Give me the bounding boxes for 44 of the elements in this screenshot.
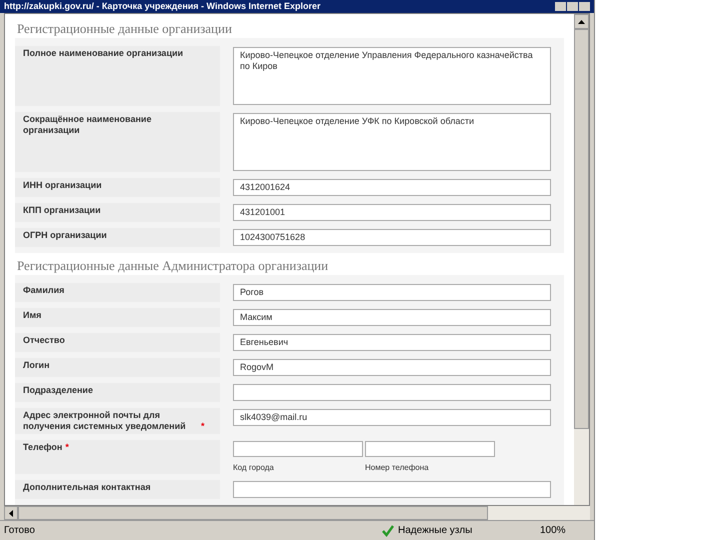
status-text: Готово (4, 524, 36, 538)
field-label: Телефон (23, 442, 62, 453)
horizontal-scrollbar[interactable] (4, 506, 590, 520)
input-field[interactable]: Рогов (233, 284, 551, 301)
field-label: ИНН организации (23, 180, 102, 191)
input-field[interactable]: slk4039@mail.ru (233, 409, 551, 426)
window-title: http://zakupki.gov.ru/ - Карточка учреждения - Windows Internet Explorer (4, 1, 320, 12)
required-mark: * (65, 442, 69, 453)
input-field[interactable] (365, 441, 495, 457)
scroll-left-icon[interactable] (4, 506, 18, 520)
scroll-up-icon[interactable] (574, 14, 589, 29)
scroll-thumb[interactable] (574, 29, 589, 429)
field-label: Фамилия (23, 285, 64, 296)
field-label: ОГРН организации (23, 230, 107, 241)
section-title: Регистрационные данные Администратора организации (16, 257, 330, 275)
input-field[interactable]: RogovM (233, 359, 551, 376)
zoom-level[interactable]: 100% (540, 523, 590, 538)
field-label: Отчество (23, 335, 65, 346)
security-zone: Надежные узлы (398, 524, 472, 538)
vertical-scrollbar[interactable] (574, 14, 589, 505)
field-label: Полное наименование организации (23, 48, 184, 59)
field-label: Подразделение (23, 385, 93, 396)
required-mark: * (201, 421, 205, 432)
scroll-thumb[interactable] (18, 506, 488, 520)
field-label: Дополнительная контактная (23, 482, 151, 493)
input-field[interactable]: 431201001 (233, 204, 551, 221)
section-title: Регистрационные данные организации (16, 20, 233, 38)
field-label: Логин (23, 360, 50, 371)
field-label: КПП организации (23, 205, 101, 216)
field-label: Адрес электронной почты для получения системных уведомлений (23, 410, 187, 432)
field-label: Имя (23, 310, 42, 321)
field-label: Сокращённое наименование организации (23, 114, 152, 136)
input-field[interactable]: Максим (233, 309, 551, 326)
input-field[interactable] (233, 441, 363, 457)
field-caption: Код города (233, 463, 275, 473)
field-caption: Номер телефона (365, 463, 430, 473)
input-field[interactable]: 1024300751628 (233, 229, 551, 246)
input-field[interactable]: Евгеньевич (233, 334, 551, 351)
textarea-field[interactable]: Кирово-Чепецкое отделение Управления Федерального казначейства по Киров (233, 47, 551, 105)
input-field[interactable]: 4312001624 (233, 179, 551, 196)
input-field[interactable] (233, 481, 551, 498)
input-field[interactable] (233, 384, 551, 401)
checkmark-icon (382, 524, 394, 536)
textarea-field[interactable]: Кирово-Чепецкое отделение УФК по Кировской области (233, 113, 551, 171)
